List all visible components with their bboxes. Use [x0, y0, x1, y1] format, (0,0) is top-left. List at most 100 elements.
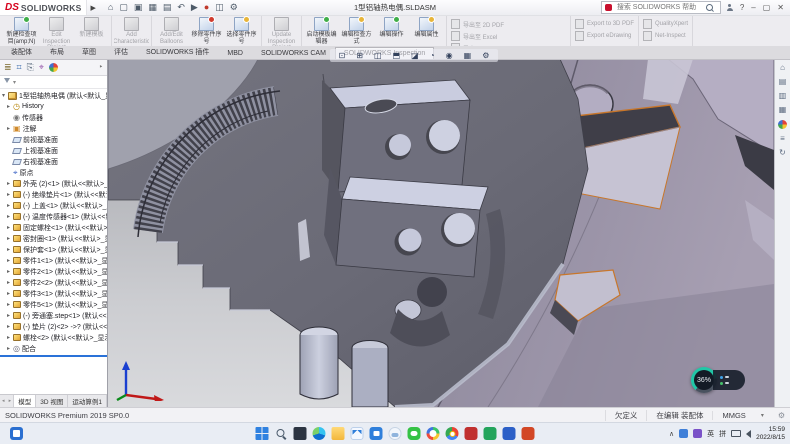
- help-globe-icon[interactable]: ⚙: [770, 411, 785, 420]
- tree-item[interactable]: ▸固定螺栓<1> (默认<<默认>_显示状: [0, 222, 107, 233]
- new-template-button[interactable]: 新建模板: [74, 16, 109, 46]
- tree-item[interactable]: ▸(-) 温度传感器<1> (默认<<默认>_显: [0, 211, 107, 222]
- tab-运动算例1[interactable]: 运动算例1: [68, 395, 107, 407]
- tree-item[interactable]: 前视基准面: [0, 134, 107, 145]
- win-icon[interactable]: [256, 427, 269, 440]
- tree-item[interactable]: ▸密封圈<1> (默认<<默认>_显示状态: [0, 233, 107, 244]
- search-icon[interactable]: [275, 427, 288, 440]
- help-search-box[interactable]: [601, 1, 721, 14]
- tree-item[interactable]: ▸零件2<1> (默认<<默认>_显示状态: [0, 266, 107, 277]
- launch-template-editor-button[interactable]: 启动模板编辑器: [304, 16, 339, 46]
- design-library-icon[interactable]: ▤: [779, 78, 787, 86]
- qualityxpert-button[interactable]: QualityXpert: [643, 19, 688, 29]
- close-button[interactable]: ✕: [777, 3, 784, 12]
- edge-icon[interactable]: [313, 427, 326, 440]
- hide-show-items-icon[interactable]: ◔: [430, 52, 435, 60]
- export-3d-pdf-button[interactable]: Export to 3D PDF: [575, 19, 634, 29]
- tab-布局[interactable]: 布局: [41, 44, 73, 59]
- export-2d-pdf-button[interactable]: 导出至 2D PDF: [451, 19, 566, 29]
- minimize-button[interactable]: –: [751, 3, 755, 12]
- zoom-overlay-widget[interactable]: 36%: [691, 367, 745, 393]
- help-button[interactable]: ?: [740, 3, 744, 12]
- tree-item[interactable]: 右视基准面: [0, 156, 107, 167]
- rebuild-icon[interactable]: ●: [204, 3, 209, 12]
- solidworks-resources-icon[interactable]: ⌂: [780, 64, 785, 72]
- tree-filter-row[interactable]: ▾: [0, 76, 107, 89]
- tree-item[interactable]: ▸零件1<1> (默认<<默认>_显示状态: [0, 255, 107, 266]
- property-manager-icon[interactable]: ⌗: [17, 63, 22, 72]
- edit-operation-button[interactable]: 编辑操作: [374, 16, 409, 46]
- tab-solidworks-cam[interactable]: SOLIDWORKS CAM: [252, 47, 335, 59]
- edit-appearance-icon[interactable]: ◉: [446, 52, 453, 60]
- restore-button[interactable]: ▢: [763, 3, 771, 12]
- sheets-icon[interactable]: [484, 427, 497, 440]
- wechat-icon[interactable]: [408, 427, 421, 440]
- undo-icon[interactable]: ↶: [177, 3, 185, 12]
- tree-item[interactable]: ▸◷History: [0, 101, 107, 112]
- more-tabs-icon[interactable]: ‣: [99, 63, 103, 72]
- export-edrawing-button[interactable]: Export eDrawing: [575, 31, 634, 41]
- remove-balloons-button[interactable]: 移除零件序号: [189, 16, 224, 46]
- overlay-control-row[interactable]: [720, 376, 745, 379]
- tab-评估[interactable]: 评估: [105, 44, 137, 59]
- section-view-icon[interactable]: ◫: [374, 52, 382, 60]
- tree-item[interactable]: 上视基准面: [0, 145, 107, 156]
- home-icon[interactable]: ⌂: [108, 3, 113, 12]
- login-icon[interactable]: [727, 8, 733, 11]
- appearances-scenes-icon[interactable]: [778, 120, 787, 129]
- net-inspect-button[interactable]: Net-Inspect: [643, 31, 688, 41]
- search-icon[interactable]: [706, 4, 713, 11]
- taskview-icon[interactable]: [294, 427, 307, 440]
- overlay-control-row[interactable]: [720, 382, 745, 385]
- new-inspection-project-button[interactable]: 新建检查项目(amp;N): [4, 16, 39, 46]
- tree-item[interactable]: ▸零件5<1> (默认<<默认>_显示状态: [0, 299, 107, 310]
- featuremanager-tree-icon[interactable]: ≣: [4, 63, 12, 72]
- new-document-icon[interactable]: ▢: [119, 3, 128, 12]
- ime-indicator[interactable]: 拼: [719, 429, 726, 439]
- edit-inspection-method-button[interactable]: 编辑检查方式: [339, 16, 374, 46]
- tree-item[interactable]: ▸保护套<1> (默认<<默认>_显示状态: [0, 244, 107, 255]
- zoom-area-icon[interactable]: ⊞: [356, 52, 363, 60]
- scroll-right-icon[interactable]: ▸: [9, 398, 12, 404]
- clock[interactable]: 15:59 2022/8/15: [756, 426, 785, 441]
- open-icon[interactable]: ▣: [134, 3, 143, 12]
- tree-item[interactable]: ▸◎配合: [0, 343, 107, 354]
- word-icon[interactable]: [503, 427, 516, 440]
- rollback-bar[interactable]: [0, 355, 107, 357]
- pinned-app-icon[interactable]: [10, 427, 23, 440]
- ppt-icon[interactable]: [522, 427, 535, 440]
- reader-icon[interactable]: [465, 427, 478, 440]
- tab-草图[interactable]: 草图: [73, 44, 105, 59]
- view-palette-icon[interactable]: ▦: [779, 106, 787, 114]
- tree-item[interactable]: ▸▣注解: [0, 123, 107, 134]
- chrome-icon[interactable]: [446, 427, 459, 440]
- tab-solidworks-插件[interactable]: SOLIDWORKS 插件: [137, 44, 218, 59]
- file-explorer-icon[interactable]: ▥: [779, 92, 787, 100]
- store-icon[interactable]: [370, 427, 383, 440]
- edit-inspection-project-button[interactable]: Edit Inspection Project: [39, 16, 74, 46]
- add-characteristic-button[interactable]: Add Characteristic: [114, 16, 149, 46]
- tree-item[interactable]: ◉传感器: [0, 112, 107, 123]
- overlay-controls[interactable]: [713, 370, 745, 390]
- speaker-icon[interactable]: [746, 430, 751, 438]
- tab-mbd[interactable]: MBD: [218, 47, 252, 59]
- tree-item[interactable]: ▸螺栓<2> (默认<<默认>_显示状态: [0, 332, 107, 343]
- ring-icon[interactable]: [427, 427, 440, 440]
- menu-flyout-arrow-icon[interactable]: ▶: [90, 4, 95, 12]
- forum-icon[interactable]: ↻: [779, 149, 786, 157]
- tree-item[interactable]: ⌖原点: [0, 167, 107, 178]
- tab-模型[interactable]: 模型: [14, 395, 36, 407]
- tree-item[interactable]: ▸(-) 上盖<1> (默认<<默认>_显示状态: [0, 200, 107, 211]
- edit-properties-button[interactable]: 编辑属性: [409, 16, 444, 46]
- zoom-fit-icon[interactable]: ⊡: [339, 52, 346, 60]
- graphics-viewport[interactable]: ⌂▤▥▦≡↻ 36%: [108, 59, 790, 407]
- unit-caret-icon[interactable]: ▾: [755, 412, 770, 419]
- display-style-icon[interactable]: ◪: [411, 52, 419, 60]
- tree-item[interactable]: ▸零件2<2> (默认<<默认>_显示状态: [0, 277, 107, 288]
- print-icon[interactable]: ▤: [163, 3, 172, 12]
- view-settings-icon[interactable]: ⚙: [482, 52, 489, 60]
- add-edit-balloons-button[interactable]: Add/Edit Balloons: [154, 16, 189, 46]
- select-balloons-button[interactable]: 选择零件序号: [224, 16, 259, 46]
- filter-caret-icon[interactable]: ▾: [13, 79, 16, 86]
- search-input[interactable]: [615, 3, 703, 12]
